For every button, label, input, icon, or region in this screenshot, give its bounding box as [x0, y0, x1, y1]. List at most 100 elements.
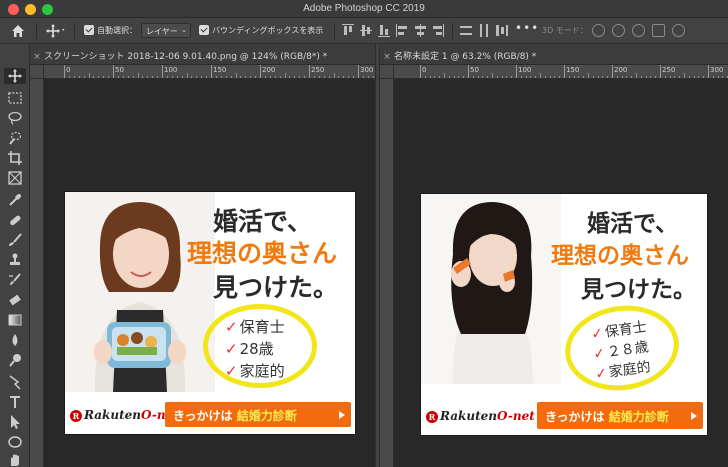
home-icon[interactable] [10, 23, 26, 39]
ruler-tick [260, 65, 261, 78]
distribute-spacing-icon[interactable] [496, 24, 508, 37]
path-selection-tool-icon[interactable] [7, 414, 23, 430]
bullet-3: ✓家庭的 [225, 362, 285, 380]
ruler-tick [420, 65, 421, 78]
cta-button[interactable]: きっかけは 結婚力診断 [165, 402, 351, 427]
ad-banner-1[interactable]: 婚活で、 理想の奥さん 見つけた。 ✓ 保育士 ✓ 28歳 ✓ 家庭的 R Rakute… [64, 191, 356, 435]
ruler-tick-label: 100 [164, 66, 178, 74]
align-right-icon[interactable] [432, 24, 444, 37]
divider [36, 23, 37, 39]
ruler-tick-label: 150 [213, 66, 227, 74]
eraser-tool-icon[interactable] [7, 292, 23, 308]
document-tab-title: スクリーンショット 2018-12-06 9.01.40.png @ 124% … [44, 52, 328, 62]
align-vertical-center-icon[interactable] [360, 24, 372, 37]
quick-selection-tool-icon[interactable] [7, 130, 23, 146]
headline-2: 理想の奥さん [551, 242, 689, 269]
frame-tool-icon[interactable] [7, 170, 23, 186]
lasso-tool-icon[interactable] [7, 110, 23, 126]
vertical-ruler[interactable] [30, 79, 44, 467]
divider [74, 23, 75, 39]
horizontal-ruler[interactable]: 0 50 100 150 200 250 300 [44, 65, 375, 79]
divider [452, 23, 453, 39]
align-horizontal-center-icon[interactable] [414, 24, 426, 37]
ruler-tick [358, 65, 359, 78]
close-tab-icon[interactable]: × [380, 52, 394, 62]
ad-footer: R RakutenO-net きっかけは 結婚力診断 [65, 392, 355, 434]
3d-pan-icon[interactable] [632, 24, 645, 37]
eyedropper-tool-icon[interactable] [7, 192, 23, 208]
close-tab-icon[interactable]: × [30, 52, 44, 62]
blur-tool-icon[interactable] [7, 332, 23, 348]
history-brush-tool-icon[interactable] [7, 272, 23, 288]
distribute-vertical-icon[interactable] [460, 24, 472, 37]
3d-mode-label: 3D モード： [542, 26, 588, 35]
auto-select-dropdown[interactable]: レイヤー ⌄ [141, 23, 191, 38]
ruler-tick-label: 0 [66, 66, 71, 74]
marquee-tool-icon[interactable] [7, 90, 23, 106]
ruler-tick-label: 50 [115, 66, 124, 74]
ruler-tick [309, 65, 310, 78]
ellipse-tool-icon[interactable] [7, 434, 23, 450]
healing-brush-tool-icon[interactable] [7, 212, 23, 228]
align-bottom-icon[interactable] [378, 24, 390, 37]
ruler-origin[interactable] [380, 65, 394, 79]
auto-select-checkbox[interactable] [84, 25, 94, 35]
rakuten-onet-logo: R RakutenO-net [426, 409, 535, 423]
3d-roll-icon[interactable] [612, 24, 625, 37]
ruler-tick [660, 65, 661, 78]
ruler-tick [64, 65, 65, 78]
ruler-origin[interactable] [30, 65, 44, 79]
3d-slide-icon[interactable] [652, 24, 665, 37]
ruler-tick [564, 65, 565, 78]
pen-tool-icon[interactable] [7, 374, 23, 390]
move-tool-icon[interactable] [46, 23, 66, 39]
woman-photo [65, 192, 215, 392]
document-tab-1[interactable]: × スクリーンショット 2018-12-06 9.01.40.png @ 124%… [30, 44, 375, 65]
ruler-tick [211, 65, 212, 78]
vertical-ruler[interactable] [380, 79, 394, 467]
ruler-tick-label: 250 [662, 66, 676, 74]
crop-tool-icon[interactable] [7, 150, 23, 166]
app-title: Adobe Photoshop CC 2019 [303, 3, 425, 14]
title-bar: Adobe Photoshop CC 2019 [0, 0, 728, 18]
3d-scale-icon[interactable] [672, 24, 685, 37]
gradient-tool-icon[interactable] [7, 312, 23, 328]
headline-3: 見つけた。 [581, 276, 696, 303]
distribute-horizontal-icon[interactable] [478, 24, 490, 37]
dodge-tool-icon[interactable] [7, 352, 23, 368]
move-tool-icon[interactable] [4, 68, 26, 84]
bounding-box-label: バウンディングボックスを表示 [212, 26, 324, 35]
ruler-tick-label: 200 [262, 66, 276, 74]
ruler-tick [113, 65, 114, 78]
type-tool-icon[interactable] [7, 394, 23, 410]
3d-orbit-icon[interactable] [592, 24, 605, 37]
ruler-tick [468, 65, 469, 78]
auto-select-value: レイヤー [146, 27, 178, 36]
play-arrow-icon [339, 410, 345, 419]
divider [334, 23, 335, 39]
bullet-1: ✓保育士 [225, 318, 285, 336]
clone-stamp-tool-icon[interactable] [7, 252, 23, 268]
bullet-2: ✓ 28歳 [225, 340, 274, 358]
horizontal-ruler[interactable]: 0 50 100 150 200 250 300 [394, 65, 728, 79]
ruler-tick-label: 250 [311, 66, 325, 74]
ruler-tick-label: 150 [566, 66, 580, 74]
play-arrow-icon [691, 411, 697, 420]
rakuten-onet-logo: R RakutenO-net [70, 408, 179, 422]
ad-banner-2[interactable]: 婚活で、 理想の奥さん 見つけた。 ✓保育士 ✓２８歳 ✓家庭的 R Rakute… [420, 193, 708, 436]
bounding-box-checkbox[interactable] [199, 25, 209, 35]
align-top-icon[interactable] [342, 24, 354, 37]
ruler-tick-label: 100 [518, 66, 532, 74]
options-bar: 自動選択： レイヤー ⌄ バウンディングボックスを表示 ••• 3D モード： [0, 18, 728, 44]
document-tab-title: 名称未設定 1 @ 63.2% (RGB/8) * [394, 52, 537, 62]
brush-tool-icon[interactable] [7, 232, 23, 248]
cta-button[interactable]: きっかけは 結婚力診断 [537, 402, 703, 429]
more-options-icon[interactable]: ••• [515, 21, 539, 35]
ruler-tick-label: 50 [470, 66, 479, 74]
hand-tool-icon[interactable] [7, 452, 23, 467]
document-tab-2[interactable]: × 名称未設定 1 @ 63.2% (RGB/8) * [380, 44, 728, 65]
align-left-icon[interactable] [396, 24, 408, 37]
ruler-tick-label: 200 [614, 66, 628, 74]
headline-2: 理想の奥さん [187, 239, 338, 268]
tools-panel [0, 44, 30, 467]
